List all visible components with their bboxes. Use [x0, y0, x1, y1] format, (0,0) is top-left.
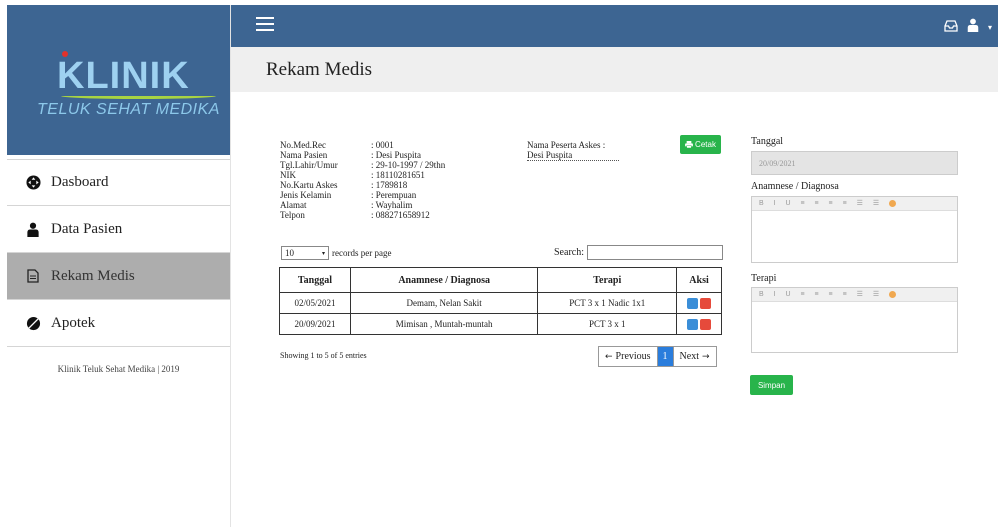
askes-info: Nama Peserta Askes : Desi Puspita [527, 140, 619, 161]
info-label: Alamat [280, 200, 307, 210]
toolbar-glyphs: B I U ≡ ≡ ≡ ≡ ☰ ☰ [759, 200, 884, 207]
column-header-terapi[interactable]: Terapi [537, 267, 678, 293]
hamburger-menu-icon[interactable] [256, 17, 274, 31]
info-value: : 29-10-1997 / 29thn [371, 160, 446, 170]
cell-tanggal: 20/09/2021 [279, 313, 351, 335]
pagination: ← Previous 1 Next → [598, 346, 717, 367]
pill-icon [25, 315, 41, 331]
arrows-icon [25, 175, 41, 191]
date-field[interactable]: 20/09/2021 [751, 151, 958, 175]
cell-terapi: PCT 3 x 1 [537, 313, 678, 335]
table-info: Showing 1 to 5 of 5 entries [280, 351, 367, 360]
table-row: 02/05/2021 Demam, Nelan Sakit PCT 3 x 1 … [279, 292, 722, 314]
terapi-label: Terapi [751, 273, 777, 284]
sidebar-item-rekam-medis[interactable]: Rekam Medis [7, 253, 230, 300]
per-page-value: 10 [285, 248, 294, 258]
per-page-label: records per page [332, 248, 392, 258]
user-menu-icon[interactable] [966, 18, 980, 37]
column-header-tanggal[interactable]: Tanggal [279, 267, 351, 293]
next-label: Next [679, 351, 699, 362]
sidebar-item-data-pasien[interactable]: Data Pasien [7, 206, 230, 253]
medical-records-table: Tanggal Anamnese / Diagnosa Terapi Aksi … [279, 267, 722, 335]
info-label: Tgl.Lahir/Umur [280, 160, 338, 170]
document-icon [25, 268, 41, 284]
previous-label: Previous [615, 351, 651, 362]
per-page-select[interactable]: 10 ▾ [281, 246, 329, 260]
patient-info-labels: No.Med.Rec Nama Pasien Tgl.Lahir/Umur NI… [280, 140, 338, 220]
info-label: Jenis Kelamin [280, 190, 332, 200]
info-value: : 0001 [371, 140, 394, 150]
trash-icon[interactable] [700, 297, 712, 309]
search-label: Search: [554, 247, 584, 258]
records-per-page: 10 ▾ records per page [281, 246, 391, 260]
column-header-aksi: Aksi [676, 267, 722, 293]
color-icon[interactable] [889, 199, 897, 207]
table-search: Search: [554, 245, 723, 260]
table-row: 20/09/2021 Mimisan , Muntah-muntah PCT 3… [279, 313, 722, 335]
arrow-left-icon: ← [605, 351, 613, 362]
sidebar-item-label: Data Pasien [51, 220, 123, 237]
sidebar-item-apotek[interactable]: Apotek [7, 300, 230, 347]
askes-label: Nama Peserta Askes : [527, 140, 606, 150]
editor-toolbar[interactable]: B I U ≡ ≡ ≡ ≡ ☰ ☰ [752, 197, 957, 211]
save-button[interactable]: Simpan [750, 375, 793, 395]
printer-icon [685, 141, 693, 148]
edit-icon[interactable] [687, 318, 699, 330]
info-label: No.Med.Rec [280, 140, 326, 150]
table-header-row: Tanggal Anamnese / Diagnosa Terapi Aksi [279, 267, 722, 293]
info-label: NIK [280, 170, 296, 180]
print-button[interactable]: Cetak [680, 135, 721, 154]
info-label: No.Kartu Askes [280, 180, 338, 190]
cell-terapi: PCT 3 x 1 Nadic 1x1 [537, 292, 678, 314]
info-value: : 18110281651 [371, 170, 425, 180]
page-1-button[interactable]: 1 [657, 347, 673, 366]
trash-icon[interactable] [700, 318, 712, 330]
editor-toolbar[interactable]: B I U ≡ ≡ ≡ ≡ ☰ ☰ [752, 288, 957, 302]
print-label: Cetak [695, 140, 716, 149]
edit-icon[interactable] [687, 297, 699, 309]
terapi-editor[interactable]: B I U ≡ ≡ ≡ ≡ ☰ ☰ [751, 287, 958, 353]
sidebar-item-dasboard[interactable]: Dasboard [7, 159, 230, 206]
brand-logo[interactable]: KLINIK TELUK SEHAT MEDIKA [7, 5, 230, 155]
sidebar-item-label: Dasboard [51, 174, 109, 190]
column-header-anamnese[interactable]: Anamnese / Diagnosa [349, 267, 539, 293]
anamnese-editor[interactable]: B I U ≡ ≡ ≡ ≡ ☰ ☰ [751, 196, 958, 263]
cell-actions [676, 292, 722, 314]
content-header: Rekam Medis [231, 47, 998, 92]
cell-actions [676, 313, 722, 335]
cell-anamnese: Demam, Nelan Sakit [349, 292, 539, 314]
logo-swoosh [61, 93, 216, 99]
info-value: : Desi Puspita [371, 150, 422, 160]
sidebar: KLINIK TELUK SEHAT MEDIKA Dasboard Data … [7, 5, 231, 527]
user-icon [25, 221, 41, 237]
toolbar-glyphs: B I U ≡ ≡ ≡ ≡ ☰ ☰ [759, 291, 884, 298]
info-label: Telpon [280, 210, 305, 220]
info-value: : Wayhalim [371, 200, 413, 210]
info-value: : 1789818 [371, 180, 408, 190]
patient-info-values: : 0001 : Desi Puspita : 29-10-1997 / 29t… [371, 140, 445, 220]
info-value: : Perempuan [371, 190, 417, 200]
sidebar-footer: Klinik Teluk Sehat Medika | 2019 [57, 364, 180, 374]
arrow-right-icon: → [702, 351, 710, 362]
search-input[interactable] [587, 245, 723, 260]
date-label: Tanggal [751, 136, 784, 147]
askes-name: Desi Puspita [527, 150, 619, 161]
sidebar-item-label: Apotek [51, 314, 96, 331]
page-title: Rekam Medis [266, 59, 373, 80]
top-navbar: ▾ [231, 5, 998, 47]
brand-tagline: TELUK SEHAT MEDIKA [37, 101, 220, 118]
cell-tanggal: 02/05/2021 [279, 292, 351, 314]
anamnese-label: Anamnese / Diagnosa [751, 181, 839, 192]
brand-name: KLINIK [57, 55, 190, 97]
sidebar-item-label: Rekam Medis [51, 267, 135, 284]
chevron-down-icon: ▾ [321, 249, 325, 257]
info-label: Nama Pasien [280, 150, 328, 160]
color-icon[interactable] [889, 290, 897, 298]
chevron-down-icon[interactable]: ▾ [988, 23, 992, 32]
cell-anamnese: Mimisan , Muntah-muntah [349, 313, 539, 335]
inbox-icon[interactable] [944, 19, 958, 37]
info-value: : 088271658912 [371, 210, 430, 220]
next-page-button[interactable]: Next → [672, 347, 716, 366]
previous-page-button[interactable]: ← Previous [599, 347, 658, 366]
